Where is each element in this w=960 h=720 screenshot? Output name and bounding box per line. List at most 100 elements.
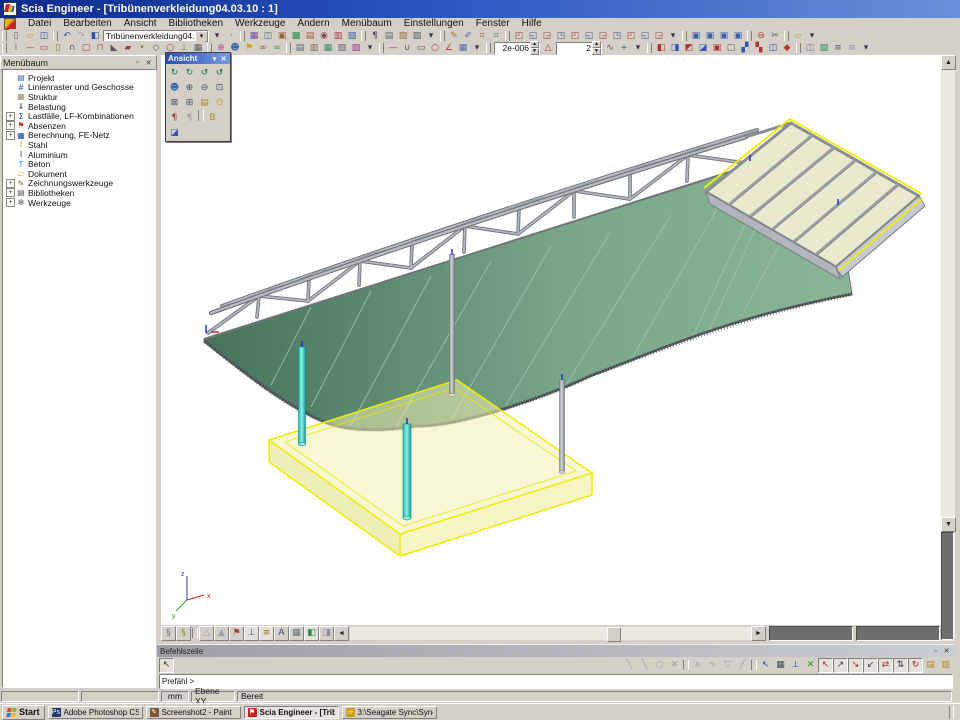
center-point-icon[interactable]: ◆ xyxy=(780,41,794,55)
vertical-scroll-thumb[interactable] xyxy=(941,532,954,640)
expand-icon[interactable]: + xyxy=(6,112,15,121)
command-input[interactable]: Prefähl > xyxy=(159,674,953,689)
snap-node-icon[interactable]: ∧ xyxy=(690,658,705,673)
snap-mode-4-icon[interactable]: ↙ xyxy=(863,658,878,673)
zoom-window-icon[interactable]: ⊡ xyxy=(212,80,227,95)
results-b-icon[interactable]: ≡ xyxy=(845,41,859,55)
combo-dropdown-icon[interactable]: ▾ xyxy=(195,31,208,42)
scroll-right-icon[interactable]: ► xyxy=(751,626,766,641)
layer-c-icon[interactable]: ▦ xyxy=(321,41,335,55)
selection-pointer-icon[interactable]: ↖ xyxy=(159,658,174,673)
local-axes-icon[interactable]: ⚑ xyxy=(229,626,244,641)
cursor-snap-icon[interactable]: ↖ xyxy=(758,658,773,673)
sidebar-item-berechnung-fe-netz[interactable]: +▦Berechnung, FE-Netz xyxy=(3,131,155,141)
light-icon[interactable]: ʘ xyxy=(212,95,227,110)
node-icon[interactable]: • xyxy=(135,41,149,55)
scale-stepper[interactable]: ▲▼ xyxy=(592,41,601,55)
menu-tree-header[interactable]: Menübaum ▫ ✕ xyxy=(0,55,157,70)
scroll-left-icon[interactable]: ◄ xyxy=(334,626,349,641)
start-button[interactable]: Start xyxy=(2,705,45,720)
command-pin-icon[interactable]: ▫ xyxy=(930,646,941,656)
snap-parallel-icon[interactable]: ╱ xyxy=(735,658,750,673)
scroll-down-icon[interactable]: ▼ xyxy=(941,517,956,532)
scroll-up-icon[interactable]: ▲ xyxy=(941,55,956,70)
snap-endpoint-icon[interactable]: ╲ xyxy=(622,658,637,673)
toolbar-grip[interactable] xyxy=(361,31,366,41)
render-window-icon[interactable]: ▨ xyxy=(817,41,831,55)
raster-icon[interactable]: ▦ xyxy=(456,41,470,55)
mesh-refine-icon[interactable]: △ xyxy=(541,41,555,55)
concrete-column-left[interactable] xyxy=(299,347,306,444)
render-grey-icon[interactable]: ◨ xyxy=(319,626,334,641)
rotate-view-x-icon[interactable]: ↻ xyxy=(167,65,182,80)
toolbar-grip[interactable] xyxy=(682,31,687,41)
sidebar-item-projekt[interactable]: ▤Projekt xyxy=(3,73,155,83)
expand-icon[interactable]: + xyxy=(6,121,15,130)
toolbar-grip[interactable] xyxy=(53,31,58,41)
snap-midpoint-icon[interactable]: ╲ xyxy=(637,658,652,673)
toolbar-grip[interactable] xyxy=(747,31,752,41)
fem-refine-icon[interactable]: ◨ xyxy=(668,41,682,55)
sidebar-item-dokument[interactable]: ▱Dokument xyxy=(3,169,155,179)
shading-off-icon[interactable]: § xyxy=(161,626,176,641)
link-b-icon[interactable]: ∞ xyxy=(270,41,284,55)
toolbar-grip[interactable] xyxy=(2,31,7,41)
zoom-all-icon[interactable]: ⊠ xyxy=(167,95,182,110)
snap-mode-2-icon[interactable]: ↗ xyxy=(833,658,848,673)
fem-mesh-icon[interactable]: ◧ xyxy=(654,41,668,55)
snap-intersection-icon[interactable]: ✕ xyxy=(667,658,682,673)
command-line-titlebar[interactable]: Befehlszeile ▫ ✕ xyxy=(157,644,955,657)
fem-node-icon[interactable]: ▣ xyxy=(710,41,724,55)
surfaces-icon[interactable]: ▲ xyxy=(214,626,229,641)
snap-plus-icon[interactable]: + xyxy=(617,41,631,55)
angle-icon[interactable]: ∠ xyxy=(442,41,456,55)
haunch-icon[interactable]: ◣ xyxy=(107,41,121,55)
render-color-icon[interactable]: ◧ xyxy=(304,626,319,641)
horizontal-scroll-thumb[interactable] xyxy=(607,627,621,642)
column-icon[interactable]: Ⅰ xyxy=(9,41,23,55)
plate-icon[interactable]: ▭ xyxy=(37,41,51,55)
expand-icon[interactable]: + xyxy=(6,198,15,207)
frame-icon[interactable]: ⊓ xyxy=(93,41,107,55)
rectangle-icon[interactable]: ▭ xyxy=(414,41,428,55)
sidebar-item-bibliotheken[interactable]: +▤Bibliotheken xyxy=(3,188,155,198)
close-icon[interactable]: ✕ xyxy=(143,58,154,68)
palette-close-icon[interactable]: ✕ xyxy=(219,54,228,64)
opening-icon[interactable]: ▢ xyxy=(79,41,93,55)
sidebar-item-beton[interactable]: TBeton xyxy=(3,159,155,169)
steel-column-right[interactable] xyxy=(560,380,565,472)
layer-d-icon[interactable]: ▧ xyxy=(335,41,349,55)
horizontal-scrollbar[interactable] xyxy=(350,627,751,640)
flag-icon[interactable]: ⚑ xyxy=(242,41,256,55)
link-a-icon[interactable]: ∞ xyxy=(256,41,270,55)
truss-member-icon[interactable]: ◇ xyxy=(149,41,163,55)
arch-icon[interactable]: ∩ xyxy=(65,41,79,55)
layer-a-icon[interactable]: ▤ xyxy=(293,41,307,55)
fem-result-a-icon[interactable]: ▞ xyxy=(738,41,752,55)
toolbar-grip[interactable] xyxy=(2,43,7,53)
results-a-icon[interactable]: ≡ xyxy=(831,41,845,55)
snap-perpendicular-icon[interactable]: ▽ xyxy=(720,658,735,673)
sidebar-item-struktur[interactable]: ▦Struktur xyxy=(3,92,155,102)
beam-icon[interactable]: — xyxy=(23,41,37,55)
toolbar-grip[interactable] xyxy=(784,31,789,41)
zoom-out-icon[interactable]: ⊖ xyxy=(197,80,212,95)
layer-e-icon[interactable]: ▨ xyxy=(349,41,363,55)
fem-free-icon[interactable]: ▢ xyxy=(724,41,738,55)
volumes-icon[interactable]: △ xyxy=(199,626,214,641)
toolbar-grip[interactable] xyxy=(379,43,384,53)
polyline-icon[interactable]: ∪ xyxy=(400,41,414,55)
vertical-scrollbar[interactable]: ▲ ▼ xyxy=(941,55,955,641)
graphics-viewport[interactable]: z x y xyxy=(161,55,941,625)
taskbar-task[interactable]: ▱3:\Seagate Sync\SyncRe... xyxy=(342,706,437,719)
toolbar-grip[interactable] xyxy=(240,31,245,41)
sidebar-item-lastfälle-lf-kombinationen[interactable]: +ΣLastfälle, LF-Kombinationen xyxy=(3,111,155,121)
snap-mode-3-icon[interactable]: ↘ xyxy=(848,658,863,673)
layers-overflow-icon[interactable]: ▾ xyxy=(363,41,377,55)
rotate-view-z-icon[interactable]: ↺ xyxy=(197,65,212,80)
snap-mode-7-icon[interactable]: ↻ xyxy=(908,658,923,673)
precision-spinner[interactable]: 2e-006 ▲▼ xyxy=(494,42,540,55)
copy-view-icon[interactable]: ¶ xyxy=(182,110,197,125)
pin-icon[interactable]: ▫ xyxy=(132,58,143,68)
expand-icon[interactable]: + xyxy=(6,179,15,188)
